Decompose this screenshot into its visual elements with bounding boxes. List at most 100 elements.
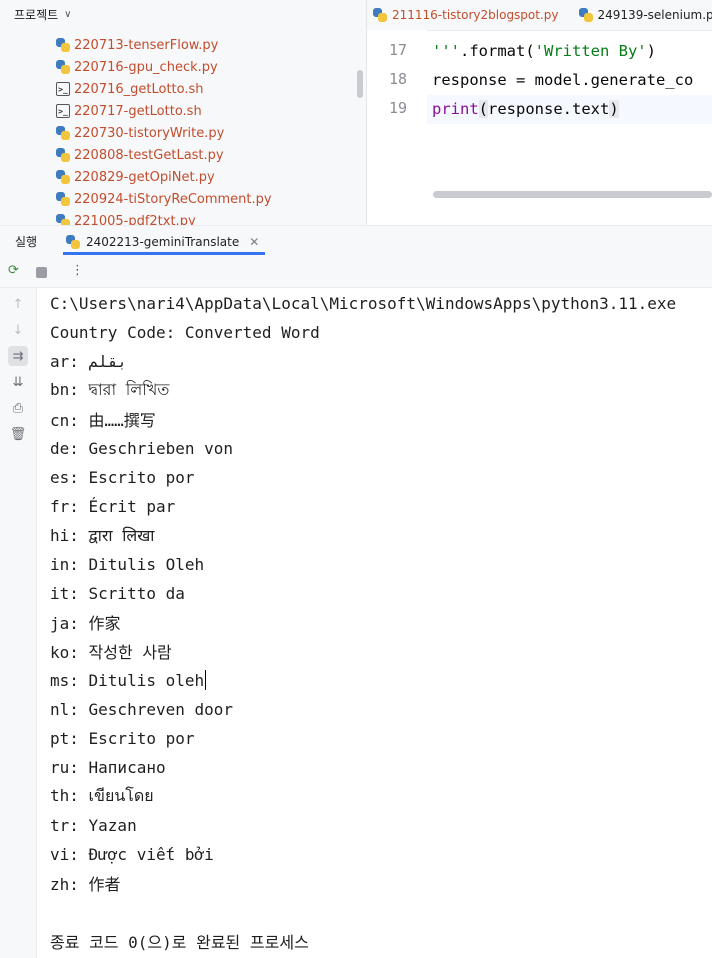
file-tree-item[interactable]: 220829-getOpiNet.py [56, 166, 215, 188]
file-name: 220716-gpu_check.py [74, 59, 218, 75]
code-editor[interactable]: 211116-tistory2blogspot.py 249139-seleni… [367, 0, 712, 225]
console-line: cn: 由……撰写 [50, 406, 156, 432]
file-name: 220924-tiStoryReComment.py [74, 191, 272, 207]
code-line-19[interactable]: print(response.text) [432, 95, 619, 123]
console-line: it: Scritto da [50, 580, 185, 606]
code-token: ( [478, 100, 489, 118]
console-line: tr: Yazan [50, 812, 137, 838]
file-tree-item[interactable]: 220713-tenserFlow.py [56, 34, 218, 56]
python-file-icon [56, 192, 70, 206]
console-line-text: tr: Yazan [50, 815, 137, 835]
console-line-text: it: Scritto da [50, 583, 185, 603]
console-line-text: hi: द्वारा लिखा [50, 526, 155, 545]
code-token: ''' [432, 42, 460, 60]
file-name: 220829-getOpiNet.py [74, 169, 215, 185]
python-file-icon [578, 8, 593, 22]
editor-tab-selenium[interactable]: 249139-selenium.py [578, 8, 712, 22]
stop-icon[interactable] [36, 267, 47, 278]
editor-tab-label: 211116-tistory2blogspot.py [392, 8, 559, 22]
text-cursor [205, 670, 207, 690]
console-line-text: es: Escrito por [50, 467, 195, 487]
console-line-text: fr: Écrit par [50, 496, 176, 516]
editor-tab-label: 249139-selenium.py [597, 8, 712, 22]
line-number: 17 [388, 41, 407, 59]
more-vertical-icon[interactable]: ⋮ [71, 263, 84, 278]
console-line: ko: 작성한 사람 [50, 638, 172, 664]
python-file-icon [56, 148, 70, 162]
active-tab-indicator [63, 252, 265, 255]
console-line-text: bn: দ্বারা লিখিত [50, 379, 170, 399]
code-line-17[interactable]: ''' .format('Written By') [432, 37, 656, 65]
file-tree-item[interactable]: 220716-gpu_check.py [56, 56, 218, 78]
line-number: 19 [388, 99, 407, 117]
console-line: nl: Geschreven door [50, 696, 233, 722]
console-line: 종료 코드 0(으)로 완료된 프로세스 [50, 928, 309, 954]
chevron-down-icon: ∨ [64, 8, 72, 20]
python-file-icon [56, 214, 70, 225]
project-scrollbar[interactable] [357, 70, 363, 98]
trash-icon[interactable]: 🗑 [8, 424, 28, 444]
console-line: Country Code: Converted Word [50, 319, 320, 345]
run-toolbar: ⟳ ⋮ [0, 257, 712, 288]
rerun-icon[interactable]: ⟳ [8, 263, 19, 278]
console-line-text: Country Code: Converted Word [50, 322, 320, 342]
run-configuration-tab[interactable]: 2402213-geminiTranslate ✕ [66, 231, 259, 253]
console-line: pt: Escrito por [50, 725, 195, 751]
line-number-gutter [367, 30, 427, 225]
code-token: 'Written By' [534, 42, 647, 60]
code-line-18[interactable]: response = model.generate_co [432, 66, 693, 94]
code-token: ) [609, 100, 619, 118]
python-file-icon [56, 126, 70, 140]
console-side-toolbar: ↑ ↓ ⇉ ⇊ ⎙ 🗑 [0, 288, 37, 958]
file-name: 220717-getLotto.sh [74, 103, 202, 119]
python-file-icon [56, 170, 70, 184]
python-file-icon [56, 60, 70, 74]
arrow-up-icon[interactable]: ↑ [8, 294, 28, 314]
shell-script-icon: >_ [56, 82, 70, 96]
console-output[interactable]: C:\Users\nari4\AppData\Local\Microsoft\W… [37, 288, 712, 958]
console-line: hi: द्वारा लिखा [50, 522, 154, 548]
console-line-text: cn: 由……撰写 [50, 411, 156, 430]
file-tree-item[interactable]: >_ 220717-getLotto.sh [56, 100, 202, 122]
scroll-to-end-icon[interactable]: ⇊ [8, 372, 28, 392]
project-view-selector[interactable]: 프로젝트 ∨ [0, 0, 366, 28]
console-line: th: เขียนโดย [50, 783, 154, 809]
editor-tab-bar: 211116-tistory2blogspot.py 249139-seleni… [367, 0, 712, 31]
file-tree-item[interactable]: 221005-pdf2txt.py [56, 210, 196, 225]
editor-tab-tistory2blogspot[interactable]: 211116-tistory2blogspot.py [373, 8, 559, 22]
console-line: in: Ditulis Oleh [50, 551, 204, 577]
console-line-text: ru: Написано [50, 757, 166, 777]
console-line-text: ja: 作家 [50, 614, 121, 633]
line-number: 18 [388, 70, 407, 88]
code-token: ) [646, 42, 656, 60]
code-token: response.text [488, 100, 610, 118]
run-window-title: 실행 [15, 235, 38, 249]
console-line-text: de: Geschrieben von [50, 438, 234, 458]
code-token: .format( [460, 42, 535, 60]
file-tree-item[interactable]: >_ 220716_getLotto.sh [56, 78, 204, 100]
python-file-icon [56, 38, 70, 52]
console-line: de: Geschrieben von [50, 435, 233, 461]
arrow-down-icon[interactable]: ↓ [8, 320, 28, 340]
console-line: bn: দ্বারা লিখিত [50, 377, 169, 403]
file-tree-item[interactable]: 220808-testGetLast.py [56, 144, 224, 166]
console-line: es: Escrito por [50, 464, 195, 490]
console-line-text: vi: Được viết bởi [50, 844, 214, 864]
file-name: 221005-pdf2txt.py [74, 213, 196, 226]
console-line-text: pt: Escrito por [50, 728, 195, 748]
print-icon[interactable]: ⎙ [8, 398, 28, 418]
editor-horizontal-scrollbar[interactable] [433, 191, 712, 198]
console-line-text: zh: 作者 [50, 875, 121, 894]
console-line: fr: Écrit par [50, 493, 175, 519]
file-name: 220713-tenserFlow.py [74, 37, 219, 53]
console-line: ar: بقلم [50, 348, 127, 374]
close-icon[interactable]: ✕ [249, 235, 259, 249]
console-line: C:\Users\nari4\AppData\Local\Microsoft\W… [50, 290, 676, 316]
project-header-label: 프로젝트 [14, 7, 59, 22]
soft-wrap-icon[interactable]: ⇉ [8, 346, 28, 366]
console-line-text: ms: Ditulis oleh [50, 670, 205, 690]
file-tree-item[interactable]: 220730-tistoryWrite.py [56, 122, 224, 144]
console-line: vi: Được viết bởi [50, 841, 214, 867]
console-line-text: ko: 작성한 사람 [50, 643, 172, 662]
file-tree-item[interactable]: 220924-tiStoryReComment.py [56, 188, 272, 210]
